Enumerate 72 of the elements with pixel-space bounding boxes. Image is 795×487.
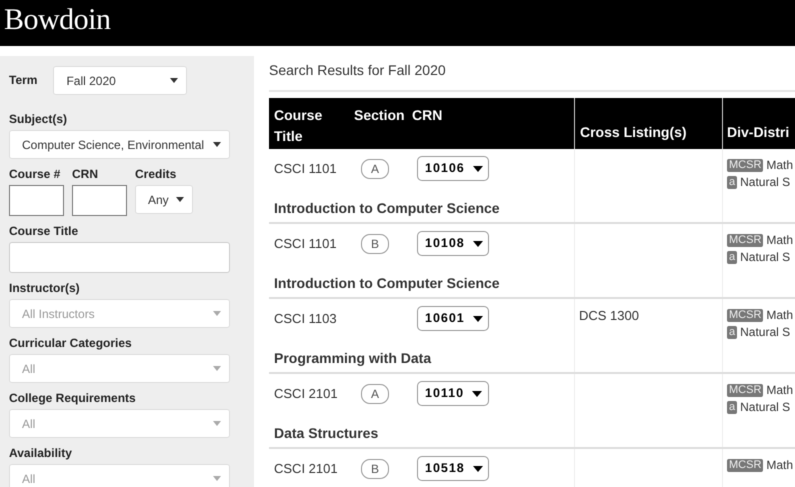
distribution-name: Natural S bbox=[740, 249, 790, 266]
distribution-tag: MCSR bbox=[727, 309, 764, 322]
dropdown-select[interactable]: Any bbox=[135, 185, 193, 214]
distribution-tag: a bbox=[727, 176, 738, 189]
course-code: CSCI 2101 bbox=[274, 384, 339, 403]
course-code: CSCI 1103 bbox=[274, 310, 338, 328]
section-label: B bbox=[361, 234, 389, 254]
caret-icon bbox=[472, 466, 483, 472]
column-header: Section bbox=[354, 106, 406, 125]
course-code: CSCI 1101 bbox=[274, 160, 338, 178]
caret-icon bbox=[472, 240, 483, 246]
caret-icon bbox=[472, 390, 482, 396]
caret-icon bbox=[213, 142, 221, 147]
course-code: CSCI 2101 bbox=[274, 460, 339, 478]
column-header: CRN bbox=[412, 106, 442, 125]
dropdown-select[interactable]: Fall 2020 bbox=[53, 66, 187, 95]
caret-icon bbox=[213, 366, 221, 371]
distribution-name: Natural S bbox=[740, 324, 790, 341]
section-label: A bbox=[361, 158, 389, 178]
distribution-tag: MCSR bbox=[727, 234, 764, 247]
distribution-tag: a bbox=[727, 251, 738, 264]
distribution-name: Math bbox=[766, 307, 794, 324]
caret-icon bbox=[213, 476, 221, 481]
crn-dropdown-button[interactable]: 10518 bbox=[417, 456, 489, 481]
distribution-tag: a bbox=[727, 401, 738, 414]
text-input[interactable] bbox=[9, 185, 64, 216]
crn-dropdown-button[interactable]: 10106 bbox=[417, 156, 489, 181]
distribution-name: Math bbox=[766, 457, 794, 474]
caret-icon bbox=[213, 421, 221, 426]
field-label: Instructor(s) bbox=[9, 281, 80, 296]
distribution-name: Math bbox=[766, 157, 794, 174]
distribution-name: Natural S bbox=[740, 174, 790, 191]
field-label: Term bbox=[9, 73, 38, 88]
caret-icon bbox=[170, 78, 178, 83]
course-title: Introduction to Computer Science bbox=[274, 199, 501, 218]
field-label: CRN bbox=[72, 167, 98, 182]
column-header: Course Title bbox=[274, 106, 324, 142]
field-label: Credits bbox=[135, 167, 176, 182]
distribution-tag: MCSR bbox=[727, 384, 764, 397]
crn-dropdown-button[interactable]: 10601 bbox=[417, 306, 489, 331]
column-header: Div-Distri bbox=[727, 123, 790, 142]
field-label: Course Title bbox=[9, 224, 78, 239]
text-input[interactable] bbox=[9, 242, 230, 273]
results-heading: Search Results for Fall 2020 bbox=[269, 60, 795, 92]
field-label: Subject(s) bbox=[9, 112, 68, 127]
course-code: CSCI 1101 bbox=[274, 234, 338, 253]
caret-icon bbox=[176, 197, 184, 202]
college-logo[interactable]: Bowdoin bbox=[4, 3, 111, 36]
section-label: B bbox=[361, 458, 389, 478]
caret-icon bbox=[472, 316, 483, 322]
distribution-tag: a bbox=[727, 326, 738, 339]
section-label: A bbox=[361, 384, 389, 404]
distribution-name: Math bbox=[766, 382, 794, 399]
course-title: Programming with Data bbox=[274, 349, 432, 368]
dropdown-select[interactable]: Computer Science, Environmental bbox=[9, 130, 230, 159]
caret-icon bbox=[213, 311, 221, 316]
crn-dropdown-button[interactable]: 10108 bbox=[417, 231, 489, 256]
text-input[interactable] bbox=[72, 185, 127, 216]
course-title: Data Structures bbox=[274, 424, 380, 443]
caret-icon bbox=[472, 166, 483, 172]
course-title: Introduction to Computer Science bbox=[274, 274, 501, 293]
field-label: College Requirements bbox=[9, 391, 136, 406]
distribution-name: Natural S bbox=[740, 399, 790, 416]
distribution-tag: MCSR bbox=[727, 459, 764, 472]
column-header: Cross Listing(s) bbox=[580, 123, 687, 142]
field-label: Availability bbox=[9, 446, 72, 461]
cross-listing: DCS 1300 bbox=[579, 308, 639, 323]
crn-dropdown-button[interactable]: 10110 bbox=[417, 381, 489, 406]
field-label: Curricular Categories bbox=[9, 336, 132, 351]
distribution-name: Math bbox=[766, 232, 794, 249]
field-label: Course # bbox=[9, 167, 60, 182]
distribution-tag: MCSR bbox=[727, 159, 764, 172]
